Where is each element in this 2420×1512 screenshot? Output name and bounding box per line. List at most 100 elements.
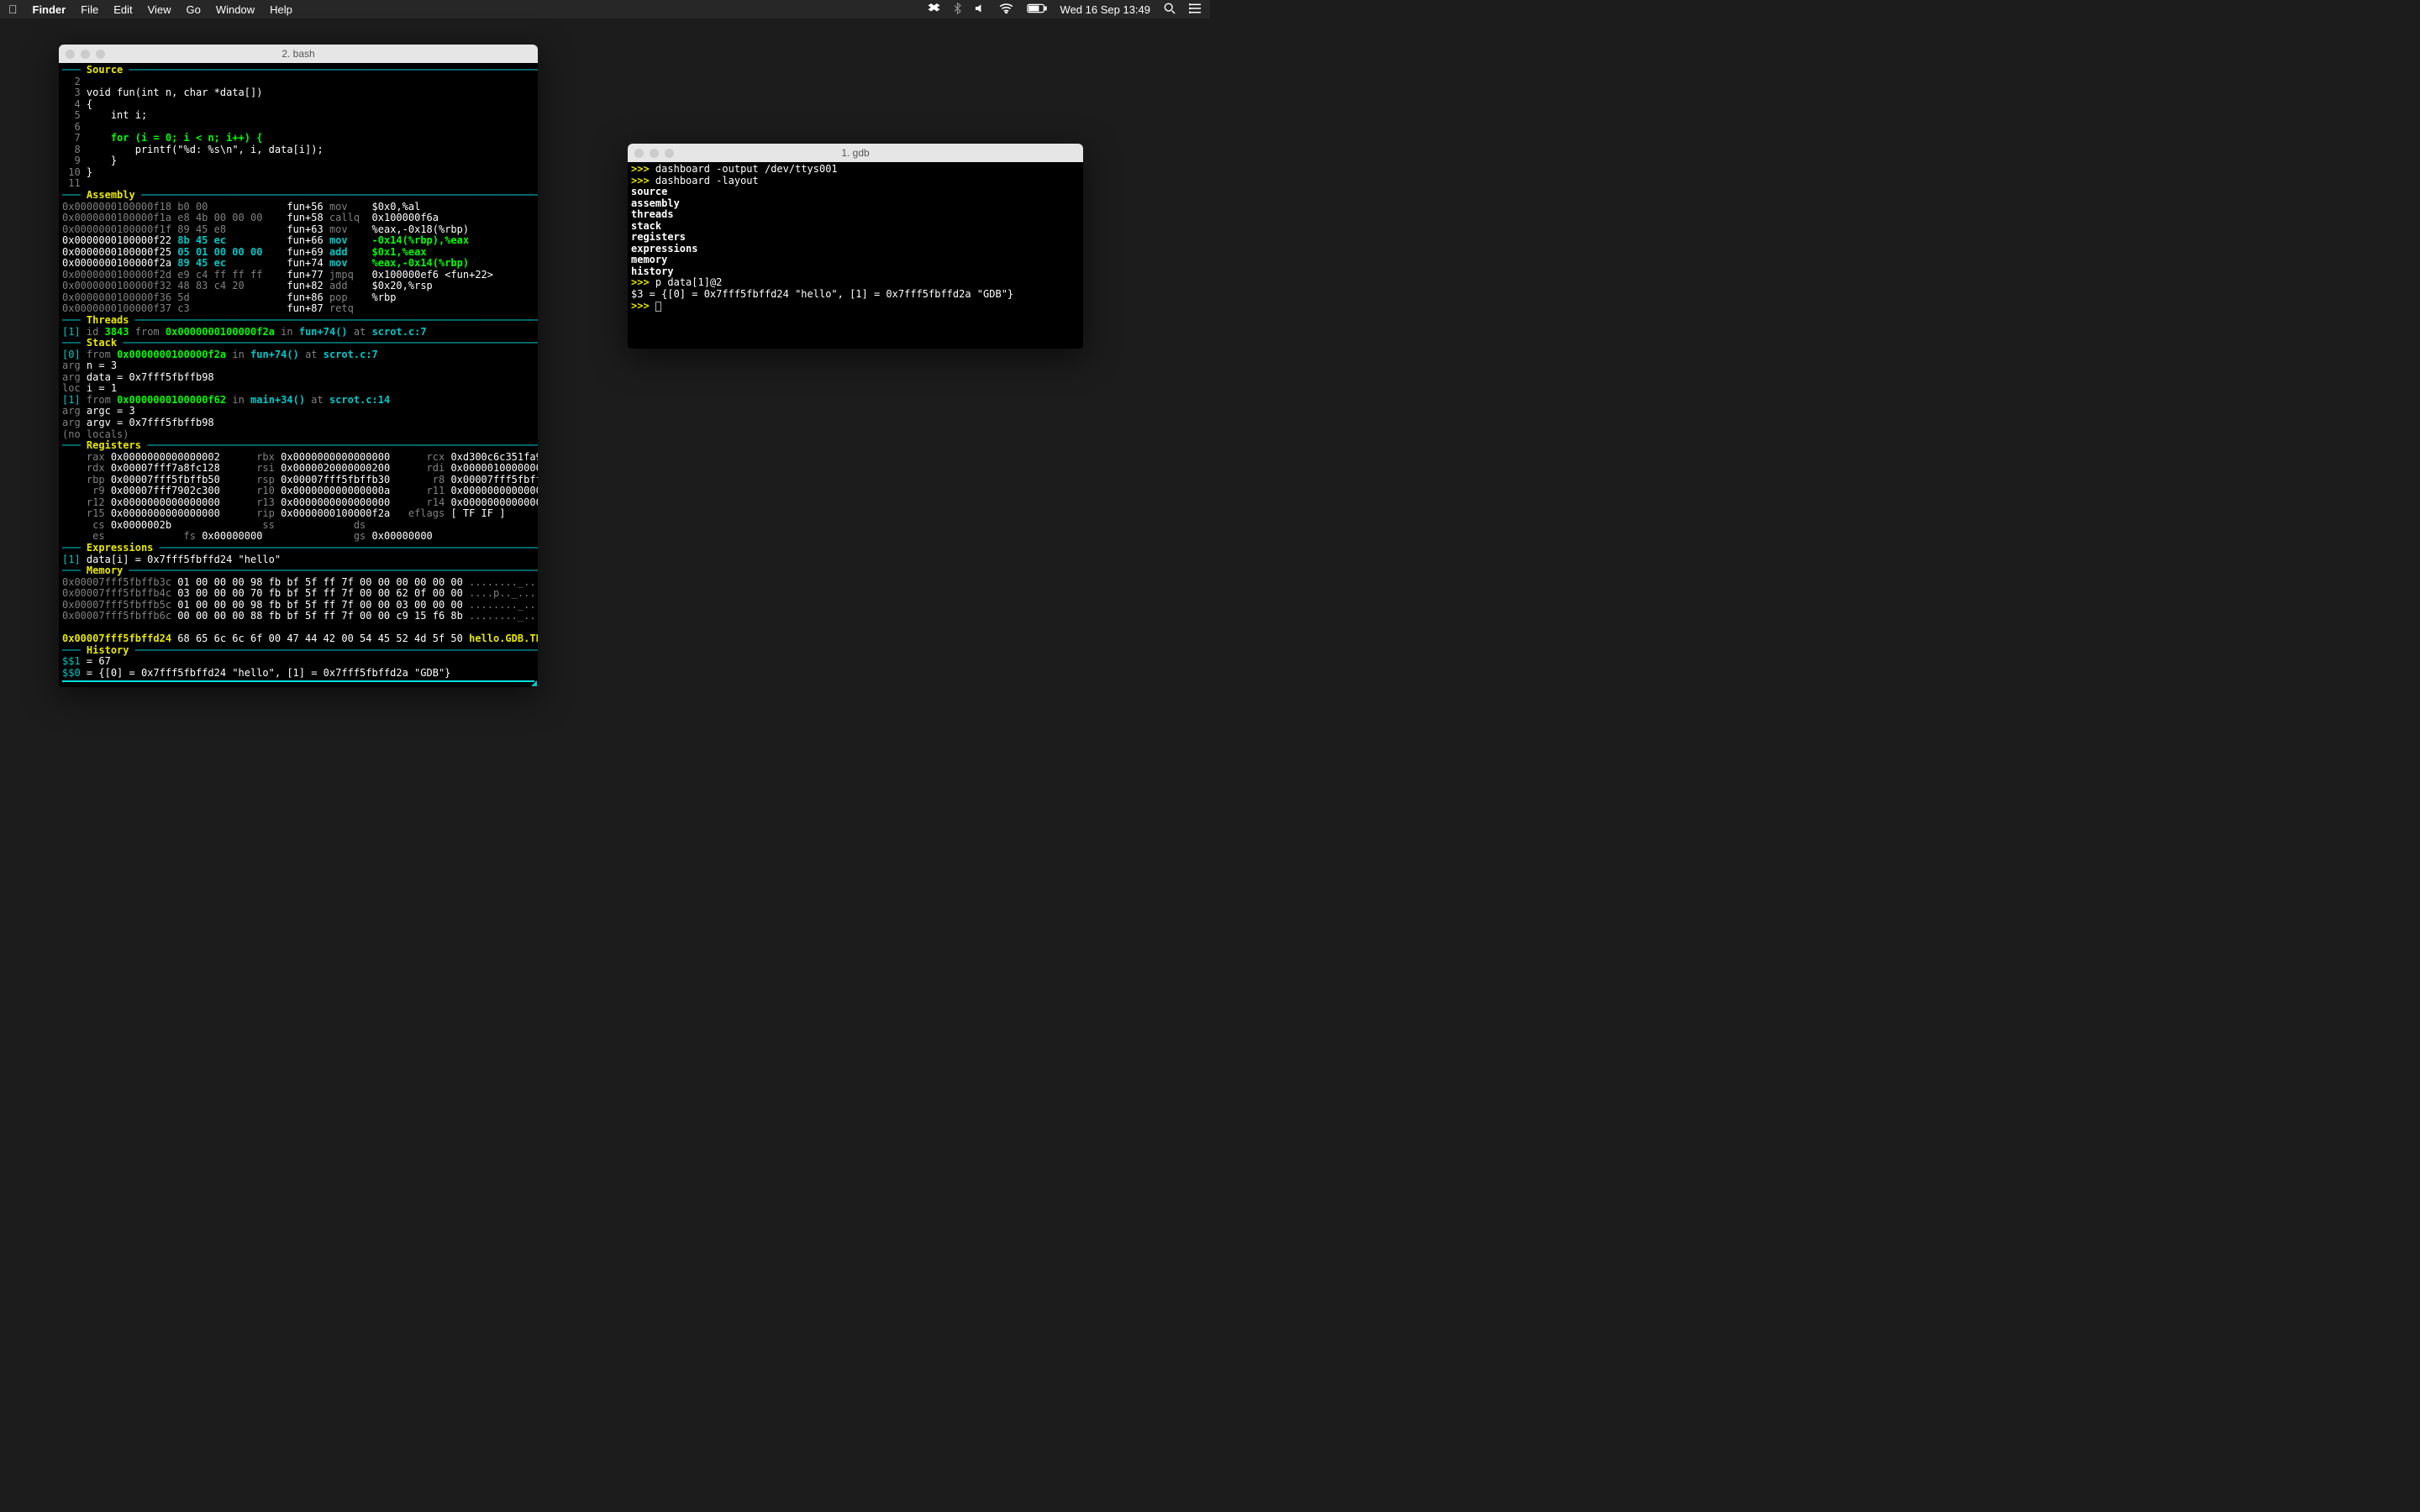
memory-row: 0x00007fff5fbffb5c 01 00 00 00 98 fb bf … [62, 600, 534, 612]
stack-var: arg argv = 0x7fff5fbffb98 [62, 417, 534, 429]
register-row: cs 0x0000002b ss ds [62, 520, 534, 532]
source-line: 7 for (i = 0; i < n; i++) { [62, 133, 534, 144]
section-header-registers: ─── Registers ──────────────────────────… [62, 440, 534, 452]
menu-file[interactable]: File [81, 3, 98, 16]
gdb-output: source [631, 186, 1080, 198]
apple-menu[interactable]:  [8, 3, 18, 16]
stack-frame: [0] from 0x0000000100000f2a in fun+74() … [62, 349, 534, 361]
stack-nolocals: (no locals) [62, 429, 534, 441]
zoom-icon[interactable] [665, 149, 674, 158]
memory-gap [62, 622, 534, 634]
notification-center-icon[interactable] [1189, 3, 1202, 16]
source-line: 8 printf("%d: %s\n", i, data[i]); [62, 144, 534, 156]
battery-icon[interactable] [1027, 3, 1047, 16]
register-row: es fs 0x00000000 gs 0x00000000 [62, 531, 534, 543]
history-line: $$1 = 67 [62, 656, 534, 668]
history-line: $$0 = {[0] = 0x7fff5fbffd24 "hello", [1]… [62, 668, 534, 680]
register-row: rbp 0x00007fff5fbffb50 rsp 0x00007fff5fb… [62, 475, 534, 486]
source-line: 5 int i; [62, 110, 534, 122]
gdb-output: registers [631, 232, 1080, 244]
stack-var: loc i = 1 [62, 383, 534, 395]
memory-row: 0x00007fff5fbffb4c 03 00 00 00 70 fb bf … [62, 588, 534, 600]
spotlight-icon[interactable] [1164, 3, 1176, 17]
section-header-expressions: ─── Expressions ────────────────────────… [62, 543, 534, 554]
asm-line: 0x0000000100000f18 b0 00 fun+56 mov $0x0… [62, 202, 534, 213]
volume-icon[interactable] [975, 3, 986, 16]
thread-line: [1] id 3843 from 0x0000000100000f2a in f… [62, 327, 534, 339]
memory-row-hl: 0x00007fff5fbffd24 68 65 6c 6c 6f 00 47 … [62, 633, 534, 645]
register-row: rdx 0x00007fff7a8fc128 rsi 0x00000200000… [62, 463, 534, 475]
gdb-result: $3 = {[0] = 0x7fff5fbffd24 "hello", [1] … [631, 289, 1080, 301]
close-icon[interactable] [66, 50, 75, 59]
register-row: r9 0x00007fff7902c300 r10 0x000000000000… [62, 486, 534, 497]
resize-handle[interactable] [531, 680, 537, 686]
gdb-cmd: >>> dashboard -layout [631, 176, 1080, 187]
gdb-cmd: >>> p data[1]@2 [631, 277, 1080, 289]
section-header-memory: ─── Memory ─────────────────────────────… [62, 565, 534, 577]
window-title: 2. bash [281, 48, 314, 60]
source-line: 3 void fun(int n, char *data[]) [62, 87, 534, 99]
menu-window[interactable]: Window [216, 3, 255, 16]
expression-line: [1] data[i] = 0x7fff5fbffd24 "hello" [62, 554, 534, 566]
bluetooth-icon[interactable] [954, 3, 961, 17]
asm-line: 0x0000000100000f36 5d fun+86 pop %rbp [62, 292, 534, 304]
terminal-content[interactable]: >>> dashboard -output /dev/ttys001>>> da… [628, 162, 1083, 317]
close-icon[interactable] [634, 149, 644, 158]
gdb-output: expressions [631, 244, 1080, 255]
asm-line: 0x0000000100000f2d e9 c4 ff ff ff fun+77… [62, 270, 534, 281]
register-row: rax 0x0000000000000002 rbx 0x00000000000… [62, 452, 534, 464]
register-row: r15 0x0000000000000000 rip 0x00000001000… [62, 508, 534, 520]
asm-line: 0x0000000100000f1a e8 4b 00 00 00 fun+58… [62, 213, 534, 224]
section-header-history: ─── History ────────────────────────────… [62, 645, 534, 657]
menu-help[interactable]: Help [270, 3, 292, 16]
menu-edit[interactable]: Edit [113, 3, 132, 16]
source-line: 9 } [62, 155, 534, 167]
clock[interactable]: Wed 16 Sep 13:49 [1060, 3, 1150, 16]
gdb-output: stack [631, 221, 1080, 233]
gdb-output: threads [631, 209, 1080, 221]
cursor [655, 302, 661, 312]
asm-line: 0x0000000100000f37 c3 fun+87 retq [62, 303, 534, 315]
gdb-output: assembly [631, 198, 1080, 210]
section-header-threads: ─── Threads ────────────────────────────… [62, 315, 534, 327]
dropbox-icon[interactable] [928, 3, 940, 17]
source-line: 2 [62, 76, 534, 88]
wifi-icon[interactable] [999, 3, 1013, 16]
asm-line: 0x0000000100000f25 05 01 00 00 00 fun+69… [62, 247, 534, 259]
asm-line: 0x0000000100000f1f 89 45 e8 fun+63 mov %… [62, 224, 534, 236]
asm-line: 0x0000000100000f2a 89 45 ec fun+74 mov %… [62, 258, 534, 270]
memory-row: 0x00007fff5fbffb6c 00 00 00 00 88 fb bf … [62, 611, 534, 622]
source-line: 11 [62, 178, 534, 190]
menubar:  Finder File Edit View Go Window Help W… [0, 0, 1210, 18]
menu-view[interactable]: View [148, 3, 171, 16]
source-line: 10 } [62, 167, 534, 179]
stack-var: arg data = 0x7fff5fbffb98 [62, 372, 534, 384]
asm-line: 0x0000000100000f32 48 83 c4 20 fun+82 ad… [62, 281, 534, 292]
register-row: r12 0x0000000000000000 r13 0x00000000000… [62, 497, 534, 509]
stack-var: arg n = 3 [62, 360, 534, 372]
bottom-rule [62, 680, 534, 682]
section-header-stack: ─── Stack ──────────────────────────────… [62, 338, 534, 349]
source-line: 4 { [62, 99, 534, 111]
zoom-icon[interactable] [96, 50, 105, 59]
minimize-icon[interactable] [650, 149, 659, 158]
terminal-window-gdb[interactable]: 1. gdb >>> dashboard -output /dev/ttys00… [628, 144, 1083, 349]
stack-var: arg argc = 3 [62, 406, 534, 417]
gdb-cmd: >>> dashboard -output /dev/ttys001 [631, 164, 1080, 176]
terminal-content[interactable]: ─── Source ─────────────────────────────… [59, 63, 538, 687]
source-line: 6 [62, 122, 534, 134]
app-name[interactable]: Finder [33, 3, 66, 16]
menu-go[interactable]: Go [187, 3, 201, 16]
asm-line: 0x0000000100000f22 8b 45 ec fun+66 mov -… [62, 235, 534, 247]
titlebar[interactable]: 1. gdb [628, 144, 1083, 162]
stack-frame: [1] from 0x0000000100000f62 in main+34()… [62, 395, 534, 407]
gdb-prompt-line[interactable]: >>> [631, 301, 1080, 312]
memory-row: 0x00007fff5fbffb3c 01 00 00 00 98 fb bf … [62, 577, 534, 589]
terminal-window-bash[interactable]: 2. bash ─── Source ─────────────────────… [59, 45, 538, 687]
window-title: 1. gdb [841, 147, 869, 159]
titlebar[interactable]: 2. bash [59, 45, 538, 63]
minimize-icon[interactable] [81, 50, 90, 59]
section-header-assembly: ─── Assembly ───────────────────────────… [62, 190, 534, 202]
gdb-output: history [631, 266, 1080, 278]
section-header-source: ─── Source ─────────────────────────────… [62, 65, 534, 76]
